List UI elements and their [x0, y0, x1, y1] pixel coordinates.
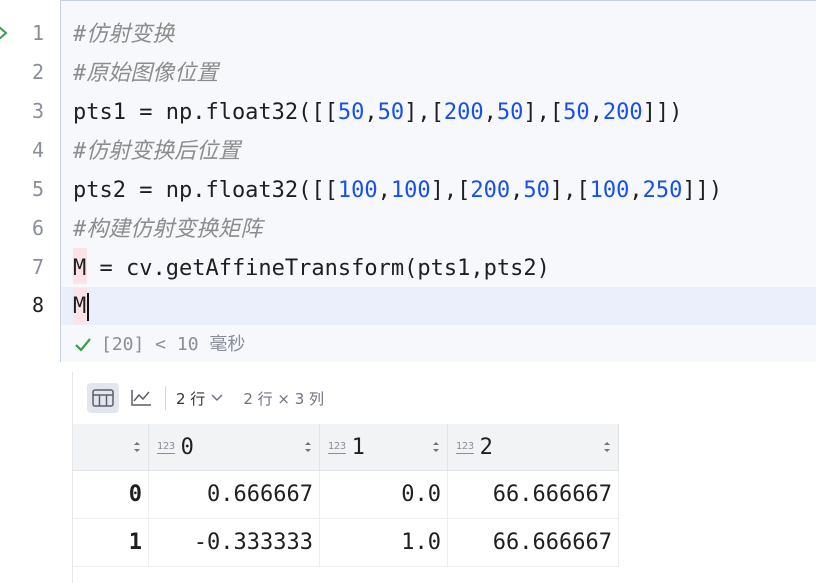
code-text: , [589, 100, 603, 125]
number-literal: 100 [390, 178, 431, 203]
rows-dropdown[interactable]: 2 行 [176, 388, 223, 409]
code-cell[interactable]: #仿射变换 #原始图像位置 pts1 = np.float32([[50,50]… [60, 0, 816, 362]
check-icon [75, 338, 91, 352]
code-text: , [483, 100, 497, 125]
table-cell[interactable]: -0.333333 [148, 518, 320, 567]
sort-icon[interactable] [602, 440, 612, 454]
sort-icon[interactable] [132, 440, 142, 454]
code-text: , [364, 100, 378, 125]
chart-view-button[interactable] [125, 383, 157, 413]
table-row: 0 0.666667 0.0 66.666667 [73, 470, 619, 519]
editor-gutter: 1 2 3 4 5 6 7 8 [0, 0, 60, 362]
toolbar-divider [165, 386, 166, 410]
table-row: 1 -0.333333 1.0 66.666667 [73, 518, 619, 567]
number-literal: 50 [563, 100, 590, 125]
code-line-1[interactable]: #仿射变换 [73, 15, 174, 54]
line-number: 1 [31, 21, 44, 45]
text-caret [87, 293, 89, 321]
number-literal: 200 [470, 178, 511, 203]
code-line-2[interactable]: #原始图像位置 [73, 54, 218, 93]
shape-label: 2 行 × 3 列 [243, 389, 325, 408]
rows-label: 2 行 [176, 389, 206, 408]
row-index: 1 [73, 518, 149, 567]
number-literal: 100 [337, 178, 378, 203]
code-text: ]]) [682, 178, 723, 203]
number-literal: 250 [642, 178, 683, 203]
output-toolbar: 2 行 2 行 × 3 列 [87, 382, 324, 414]
number-literal: 50 [337, 100, 365, 125]
output-panel: 2 行 2 行 × 3 列 123 0 123 1 123 2 0 0.6666… [72, 372, 816, 583]
table-cell[interactable]: 1.0 [319, 518, 448, 567]
table-cell[interactable]: 0.666667 [148, 470, 320, 519]
number-literal: 50 [377, 100, 405, 125]
column-header[interactable]: 123 1 [319, 424, 448, 471]
line-number: 5 [31, 177, 44, 201]
table-icon [92, 389, 114, 407]
code-text: ]]) [642, 100, 683, 125]
dataframe-table: 123 0 123 1 123 2 0 0.666667 0.0 66.6666… [73, 424, 619, 567]
number-literal: 50 [523, 178, 550, 203]
code-text: , [377, 178, 391, 203]
code-text: pts2 = np.float32([[ [73, 178, 338, 203]
column-header-label: 2 [479, 434, 493, 460]
line-number: 7 [31, 255, 44, 279]
code-line-8[interactable]: M [73, 287, 86, 326]
type-badge: 123 [157, 440, 175, 454]
type-badge: 123 [456, 440, 474, 454]
number-literal: 50 [496, 100, 524, 125]
code-text: ],[ [549, 178, 590, 203]
type-badge: 123 [328, 440, 346, 454]
execution-time: [20] < 10 毫秒 [101, 334, 246, 355]
table-cell[interactable]: 0.0 [319, 470, 448, 519]
column-header-label: 1 [351, 434, 365, 460]
code-text: ],[ [404, 100, 444, 125]
column-header[interactable]: 123 0 [148, 424, 320, 471]
code-line-7[interactable]: M = cv.getAffineTransform(pts1,pts2) [73, 249, 550, 288]
table-cell[interactable]: 66.666667 [447, 518, 619, 567]
column-header-label: 0 [180, 434, 194, 460]
row-index: 0 [73, 470, 149, 519]
number-literal: 200 [443, 100, 484, 125]
code-line-5[interactable]: pts2 = np.float32([[100,100],[200,50],[1… [73, 171, 722, 210]
line-number: 4 [31, 138, 44, 162]
table-cell[interactable]: 66.666667 [447, 470, 619, 519]
code-text: , [629, 178, 643, 203]
table-view-button[interactable] [87, 383, 119, 413]
code-line-6[interactable]: #构建仿射变换矩阵 [73, 210, 262, 249]
code-text: pts1 = np.float32([[ [73, 100, 338, 125]
column-header[interactable]: 123 2 [447, 424, 619, 471]
line-number: 8 [31, 293, 44, 317]
sort-icon[interactable] [303, 440, 313, 454]
line-number: 6 [31, 216, 44, 240]
number-literal: 100 [589, 178, 630, 203]
code-text: , [510, 178, 524, 203]
current-line-highlight [61, 287, 816, 325]
line-number: 3 [31, 99, 44, 123]
number-literal: 200 [602, 100, 643, 125]
code-line-3[interactable]: pts1 = np.float32([[50,50],[200,50],[50,… [73, 93, 682, 132]
index-header[interactable] [73, 424, 149, 471]
execution-status: [20] < 10 毫秒 [73, 331, 245, 359]
code-line-4[interactable]: #仿射变换后位置 [73, 132, 240, 171]
line-number: 2 [31, 60, 44, 84]
code-text: ],[ [430, 178, 471, 203]
sort-icon[interactable] [431, 440, 441, 454]
chart-icon [131, 390, 151, 406]
chevron-down-icon [211, 394, 223, 402]
code-text: ],[ [523, 100, 564, 125]
